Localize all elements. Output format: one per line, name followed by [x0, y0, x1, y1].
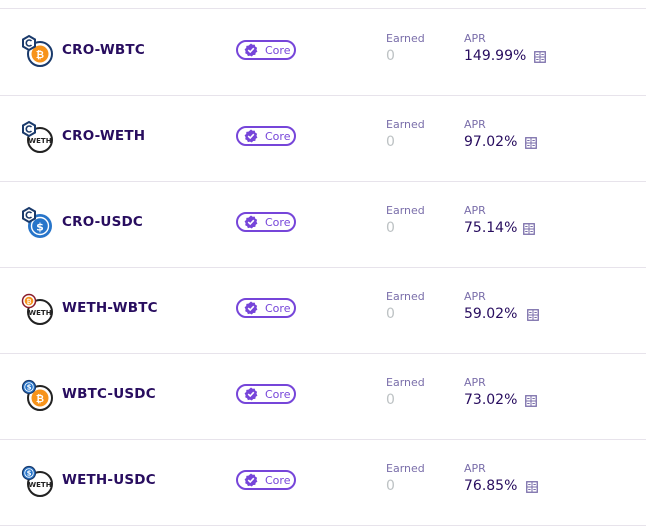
core-label: Core — [265, 215, 291, 229]
pair-icon-wbtc-usdc: ₿ $ — [20, 377, 56, 413]
apr-label: APR — [464, 204, 486, 217]
core-label: Core — [265, 301, 291, 315]
apr-value: 59.02% — [464, 306, 518, 322]
core-label: Core — [265, 43, 291, 57]
apr-value: 97.02% — [464, 134, 518, 150]
pair-name: CRO-WETH — [62, 128, 146, 144]
verified-check-icon — [244, 43, 258, 57]
pair-icon-cro-weth: WETH — [20, 119, 56, 155]
apr-label: APR — [464, 118, 486, 131]
apr-value: 76.85% — [464, 478, 518, 494]
pair-name: CRO-WBTC — [62, 42, 145, 58]
cro-icon — [22, 34, 36, 52]
svg-text:₿: ₿ — [36, 49, 44, 61]
earned-value: 0 — [386, 306, 395, 322]
pair-icon-cro-wbtc: ₿ — [20, 33, 56, 69]
pair-name: WBTC-USDC — [62, 386, 156, 402]
apr-label: APR — [464, 462, 486, 475]
core-badge: Core — [236, 470, 296, 490]
pair-name: CRO-USDC — [62, 214, 144, 230]
calculator-icon[interactable] — [526, 481, 538, 493]
apr-label: APR — [464, 32, 486, 45]
svg-text:WETH: WETH — [28, 309, 51, 317]
earned-label: Earned — [386, 376, 425, 389]
farm-row-cro-wbtc[interactable]: ₿ CRO-WBTC Core Earned 0 APR 149.99% — [0, 9, 646, 96]
pair-icon-cro-usdc: $ — [20, 205, 56, 241]
pair-icon-weth-usdc: WETH $ — [20, 463, 56, 499]
earned-label: Earned — [386, 118, 425, 131]
svg-text:$: $ — [36, 221, 44, 234]
calculator-icon[interactable] — [525, 137, 537, 149]
core-label: Core — [265, 129, 291, 143]
earned-value: 0 — [386, 478, 395, 494]
earned-label: Earned — [386, 462, 425, 475]
svg-text:$: $ — [27, 470, 32, 478]
svg-text:WETH: WETH — [28, 481, 51, 489]
verified-check-icon — [244, 473, 258, 487]
svg-text:₿: ₿ — [27, 299, 32, 306]
apr-value: 75.14% — [464, 220, 518, 236]
pair-name: WETH-WBTC — [62, 300, 158, 316]
core-badge: Core — [236, 212, 296, 232]
apr-label: APR — [464, 376, 486, 389]
earned-label: Earned — [386, 32, 425, 45]
farm-row-weth-wbtc[interactable]: WETH ₿ WETH-WBTC Core Earned 0 APR 59.02… — [0, 267, 646, 354]
farm-row-cro-usdc[interactable]: $ CRO-USDC Core Earned 0 APR 75.14% — [0, 181, 646, 268]
pair-icon-weth-wbtc: WETH ₿ — [20, 291, 56, 327]
farm-row-cro-weth[interactable]: WETH CRO-WETH Core Earned 0 APR 97.02% — [0, 95, 646, 182]
core-badge: Core — [236, 384, 296, 404]
core-badge: Core — [236, 40, 296, 60]
earned-label: Earned — [386, 290, 425, 303]
pair-name: WETH-USDC — [62, 472, 156, 488]
earned-value: 0 — [386, 392, 395, 408]
earned-value: 0 — [386, 134, 395, 150]
calculator-icon[interactable] — [525, 395, 537, 407]
earned-label: Earned — [386, 204, 425, 217]
svg-text:WETH: WETH — [28, 137, 51, 145]
verified-check-icon — [244, 387, 258, 401]
core-label: Core — [265, 387, 291, 401]
farm-row-wbtc-usdc[interactable]: ₿ $ WBTC-USDC Core Earned 0 APR 73.02% — [0, 353, 646, 440]
svg-text:$: $ — [27, 384, 32, 392]
core-label: Core — [265, 473, 291, 487]
verified-check-icon — [244, 301, 258, 315]
calculator-icon[interactable] — [527, 309, 539, 321]
apr-label: APR — [464, 290, 486, 303]
verified-check-icon — [244, 215, 258, 229]
core-badge: Core — [236, 298, 296, 318]
svg-text:₿: ₿ — [36, 393, 44, 405]
verified-check-icon — [244, 129, 258, 143]
core-badge: Core — [236, 126, 296, 146]
earned-value: 0 — [386, 220, 395, 236]
apr-value: 149.99% — [464, 48, 527, 64]
cro-icon — [22, 120, 36, 138]
apr-value: 73.02% — [464, 392, 518, 408]
calculator-icon[interactable] — [534, 51, 546, 63]
calculator-icon[interactable] — [523, 223, 535, 235]
farm-row-weth-usdc[interactable]: WETH $ WETH-USDC Core Earned 0 APR 76.85… — [0, 439, 646, 526]
cro-icon — [22, 206, 36, 224]
earned-value: 0 — [386, 48, 395, 64]
